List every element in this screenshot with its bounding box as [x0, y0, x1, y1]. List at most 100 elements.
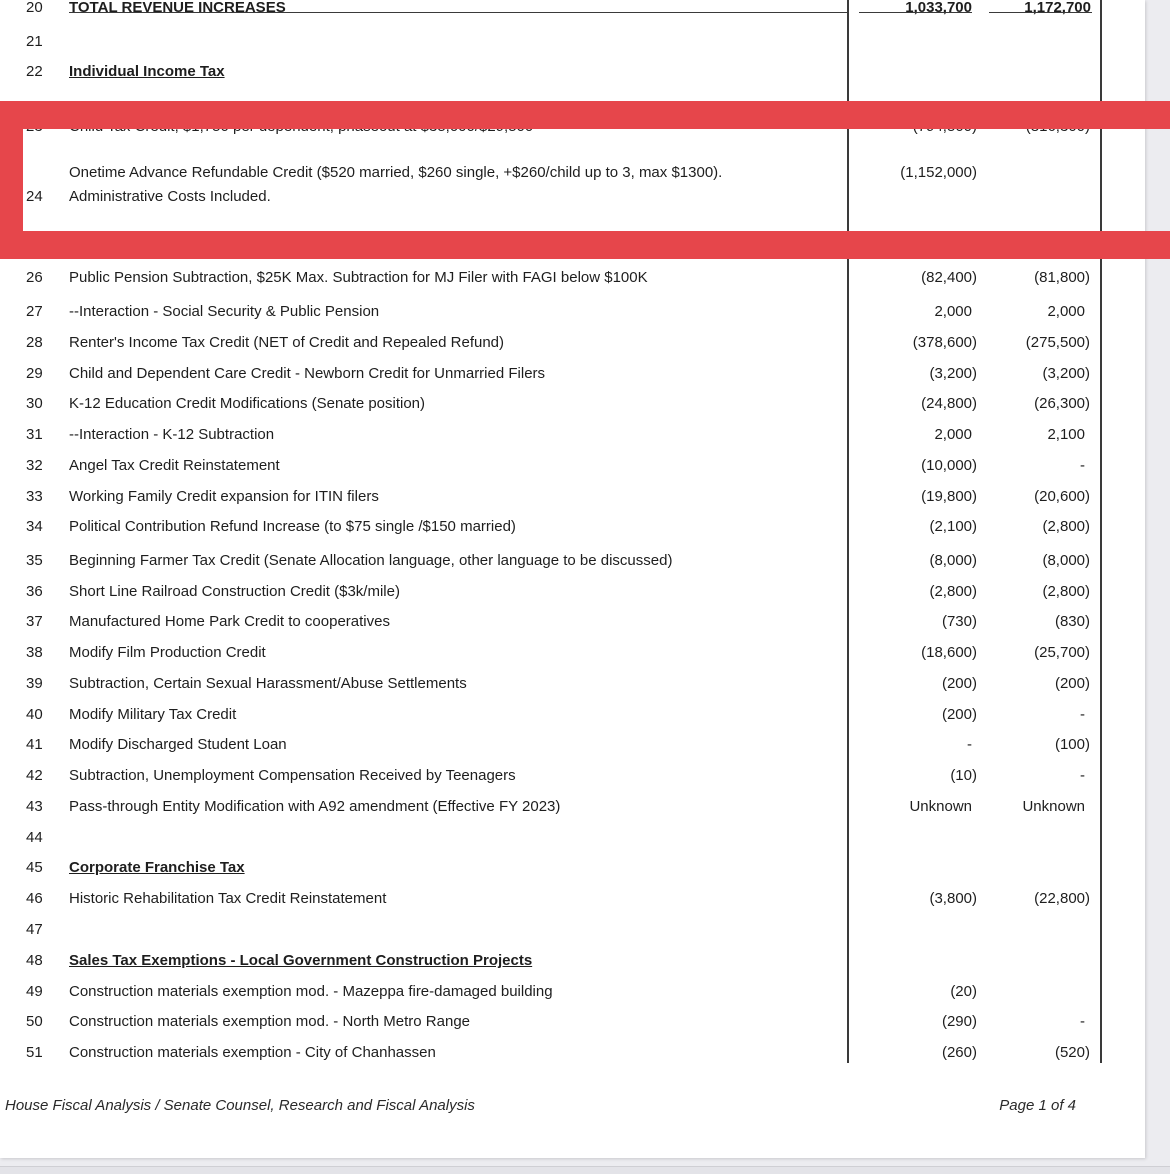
table-row: 49 Construction materials exemption mod.… [0, 980, 1145, 1004]
row-number: 26 [26, 269, 43, 286]
row-label: Short Line Railroad Construction Credit … [69, 583, 400, 600]
row-number: 43 [26, 798, 43, 815]
table-row: 41 Modify Discharged Student Loan - (100… [0, 733, 1145, 757]
row-number: 29 [26, 365, 43, 382]
table-row: 42 Subtraction, Unemployment Compensatio… [0, 764, 1145, 788]
value-col1: (8,000) [929, 552, 977, 569]
table-row-clipped: 23 Child Tax Credit, $1,750 per dependen… [0, 129, 1145, 137]
row-label: Modify Discharged Student Loan [69, 736, 287, 753]
table-row: 46 Historic Rehabilitation Tax Credit Re… [0, 887, 1145, 911]
row-label: Modify Military Tax Credit [69, 706, 237, 723]
row-label: Political Contribution Refund Increase (… [69, 518, 516, 535]
value-col1: (2,800) [929, 583, 977, 600]
table-row: 21 [0, 30, 1145, 54]
table-row: 35 Beginning Farmer Tax Credit (Senate A… [0, 549, 1145, 573]
value-col1: Unknown [909, 798, 972, 815]
row-label-line2: Administrative Costs Included. [69, 188, 271, 205]
row-label: Construction materials exemption - City … [69, 1044, 436, 1061]
value-col1: 1,033,700 [905, 0, 972, 16]
row-number: 28 [26, 334, 43, 351]
row-number: 42 [26, 767, 43, 784]
row-number: 40 [26, 706, 43, 723]
table-row: 39 Subtraction, Certain Sexual Harassmen… [0, 672, 1145, 696]
row-label: TOTAL REVENUE INCREASES [69, 0, 286, 16]
value-col1: (794,500) [913, 129, 977, 137]
value-col2: 2,000 [1047, 303, 1085, 320]
row-number: 50 [26, 1013, 43, 1030]
table-row: Onetime Advance Refundable Credit ($520 … [0, 161, 1145, 185]
row-label: Modify Film Production Credit [69, 644, 266, 661]
row-label: Subtraction, Unemployment Compensation R… [69, 767, 516, 784]
value-col2: - [1080, 767, 1085, 784]
value-col2: - [1080, 706, 1085, 723]
value-col1: (19,800) [921, 488, 977, 505]
row-label-line1: Onetime Advance Refundable Credit ($520 … [69, 164, 723, 181]
value-col2: Unknown [1022, 798, 1085, 815]
row-number: 27 [26, 303, 43, 320]
value-col1: (3,800) [929, 890, 977, 907]
table-row-total: 20 TOTAL REVENUE INCREASES 1,033,700 1,1… [0, 0, 1145, 20]
row-number: 44 [26, 829, 43, 846]
table-row: 31 --Interaction - K-12 Subtraction 2,00… [0, 423, 1145, 447]
table-row: 44 [0, 826, 1145, 850]
value-col1: 2,000 [934, 303, 972, 320]
section-heading-row: 45 Corporate Franchise Tax [0, 856, 1145, 880]
section-heading-row: 22 Individual Income Tax [0, 60, 1145, 84]
highlight-box-top [0, 101, 1170, 129]
table-row: 29 Child and Dependent Care Credit - New… [0, 362, 1145, 386]
table-row: 32 Angel Tax Credit Reinstatement (10,00… [0, 454, 1145, 478]
table-row-continued: 24 Administrative Costs Included. [0, 185, 1145, 209]
value-col1: (10) [950, 767, 977, 784]
value-col2: - [1080, 1013, 1085, 1030]
row-label: Angel Tax Credit Reinstatement [69, 457, 280, 474]
value-col1: (260) [941, 1044, 977, 1061]
value-col1: (200) [941, 706, 977, 723]
row-number: 36 [26, 583, 43, 600]
row-number: 39 [26, 675, 43, 692]
value-col2: (81,800) [1034, 269, 1090, 286]
row-label: --Interaction - Social Security & Public… [69, 303, 380, 320]
value-col2: (22,800) [1034, 890, 1090, 907]
table-row: 36 Short Line Railroad Construction Cred… [0, 580, 1145, 604]
document-page: 20 TOTAL REVENUE INCREASES 1,033,700 1,1… [0, 0, 1145, 1158]
row-number: 24 [26, 188, 43, 205]
value-col2: - [1080, 457, 1085, 474]
value-col2: 1,172,700 [1024, 0, 1091, 16]
value-col2: (2,800) [1042, 583, 1090, 600]
value-col2: (2,800) [1042, 518, 1090, 535]
footer-source: House Fiscal Analysis / Senate Counsel, … [5, 1097, 475, 1114]
value-col1: (378,600) [912, 334, 977, 351]
row-number: 20 [26, 0, 43, 16]
sum-underline-col2 [989, 12, 1092, 13]
row-number: 47 [26, 921, 43, 938]
table-row: 27 --Interaction - Social Security & Pub… [0, 300, 1145, 324]
table-row: 33 Working Family Credit expansion for I… [0, 485, 1145, 509]
row-number: 35 [26, 552, 43, 569]
value-col1: (18,600) [921, 644, 977, 661]
section-heading-row: 48 Sales Tax Exemptions - Local Governme… [0, 949, 1145, 973]
row-number: 37 [26, 613, 43, 630]
value-col1: - [967, 736, 972, 753]
table-row: 40 Modify Military Tax Credit (200) - [0, 703, 1145, 727]
value-col2: (200) [1054, 675, 1090, 692]
row-number: 21 [26, 33, 43, 50]
row-label: Manufactured Home Park Credit to coopera… [69, 613, 390, 630]
value-col2: (100) [1054, 736, 1090, 753]
sum-underline-col1 [859, 12, 972, 13]
row-number: 31 [26, 426, 43, 443]
row-number: 34 [26, 518, 43, 535]
table-row: 47 [0, 918, 1145, 942]
row-label: --Interaction - K-12 Subtraction [69, 426, 275, 443]
value-col1: (10,000) [921, 457, 977, 474]
row-number: 30 [26, 395, 43, 412]
section-heading: Corporate Franchise Tax [69, 859, 245, 876]
row-label: Child and Dependent Care Credit - Newbor… [69, 365, 546, 382]
row-number: 49 [26, 983, 43, 1000]
row-label: Subtraction, Certain Sexual Harassment/A… [69, 675, 467, 692]
value-col2: (8,000) [1042, 552, 1090, 569]
value-col2: (26,300) [1034, 395, 1090, 412]
table-row: 26 Public Pension Subtraction, $25K Max.… [0, 266, 1145, 290]
highlight-box-bottom [0, 231, 1170, 259]
table-row: 37 Manufactured Home Park Credit to coop… [0, 610, 1145, 634]
table-row: 51 Construction materials exemption - Ci… [0, 1041, 1145, 1065]
